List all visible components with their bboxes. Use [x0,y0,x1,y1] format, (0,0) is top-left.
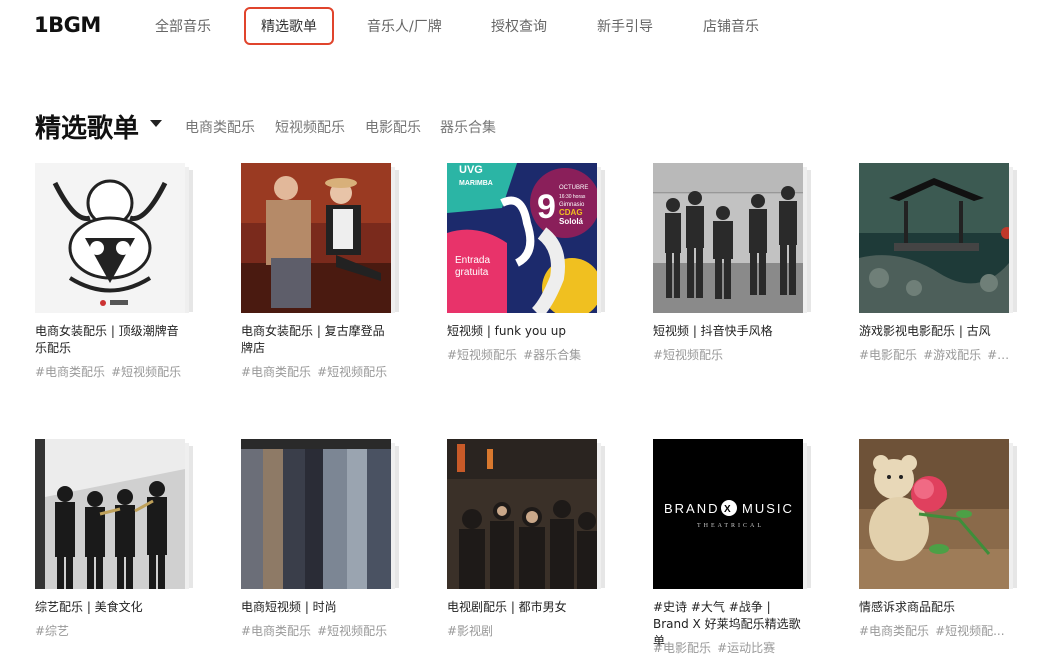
playlist-tags: #电影配乐 #运动比赛 [653,639,818,656]
playlist-cover[interactable] [653,163,803,313]
cover-text: X [724,504,731,515]
nav-artists-labels[interactable]: 音乐人/厂牌 [367,16,442,36]
tag[interactable]: #短视频配乐 [317,624,387,638]
playlist-tags: #电商类配乐 #短视频配乐 [241,363,406,380]
playlist-tags: #电商类配乐 #短视频配... [859,622,1024,639]
cover-text: OCTUBRE [559,185,588,191]
cover-text: MARIMBA [459,180,493,187]
tag[interactable]: #短视频配乐 [447,348,517,362]
page-title: 精选歌单 [35,114,140,144]
subtab-film[interactable]: 电影配乐 [365,117,421,137]
playlist-tags: #短视频配乐 #器乐合集 [447,346,612,363]
nav-store-music[interactable]: 店铺音乐 [703,16,759,36]
subtab-instrumental[interactable]: 器乐合集 [440,117,496,137]
tag[interactable]: #游戏配乐 [923,348,981,362]
tag[interactable]: #影视剧 [447,624,493,638]
cover-text: BRAND [664,501,720,516]
nav-curated-playlists[interactable]: 精选歌单 [244,7,334,45]
cover-text: Entrada [455,255,490,266]
playlist-cover[interactable]: UVG MARIMBA 9 OCTUBRE 16:30 horas Gimnas… [447,163,597,313]
tag[interactable]: #短视频配乐 [111,365,181,379]
tag[interactable]: #短视频配... [935,624,1005,638]
playlist-title[interactable]: 短视频 | funk you up [447,323,597,340]
subtab-ecommerce[interactable]: 电商类配乐 [185,117,255,137]
subtab-short-video[interactable]: 短视频配乐 [275,117,345,137]
playlist-tags: #电影配乐 #游戏配乐 #… [859,346,1024,363]
tag[interactable]: #电影配乐 [859,348,917,362]
tag[interactable]: #短视频配乐 [653,348,723,362]
playlist-cover[interactable] [447,439,597,589]
cover-text: gratuita [455,267,489,278]
playlist-tags: #电商类配乐 #短视频配乐 [35,363,200,380]
tag[interactable]: #运动比赛 [717,641,775,655]
playlist-cover[interactable] [35,163,185,313]
playlist-tags: #电商类配乐 #短视频配乐 [241,622,406,639]
playlist-cover[interactable] [35,439,185,589]
cover-text: 16:30 horas [559,194,586,200]
playlist-title[interactable]: 电视剧配乐 | 都市男女 [447,599,597,616]
playlist-tags: #短视频配乐 [653,346,818,363]
playlist-title[interactable]: 综艺配乐 | 美食文化 [35,599,185,616]
top-nav: 1BGM 全部音乐 精选歌单 音乐人/厂牌 授权查询 新手引导 店铺音乐 [0,0,1046,52]
cover-text: CDAG [559,208,583,217]
playlist-title[interactable]: 电商女装配乐 | 顶级潮牌音乐配乐 [35,323,185,357]
nav-beginner-guide[interactable]: 新手引导 [597,16,653,36]
playlist-title[interactable]: 短视频 | 抖音快手风格 [653,323,803,340]
tag[interactable]: #电影配乐 [653,641,711,655]
playlist-title[interactable]: 电商女装配乐 | 复古摩登品牌店 [241,323,391,357]
playlist-cover[interactable]: BRAND X MUSIC THEATRICAL [653,439,803,589]
nav-all-music[interactable]: 全部音乐 [155,16,211,36]
tag[interactable]: #… [987,348,1009,362]
playlist-title[interactable]: 情感诉求商品配乐 [859,599,1009,616]
logo[interactable]: 1BGM [34,13,101,37]
cover-text: UVG [459,164,483,176]
caret-down-icon[interactable] [150,120,162,127]
tag[interactable]: #器乐合集 [523,348,581,362]
playlist-tags: #综艺 [35,622,200,639]
tag[interactable]: #电商类配乐 [241,624,311,638]
playlist-cover[interactable] [859,439,1009,589]
tag[interactable]: #电商类配乐 [241,365,311,379]
playlist-cover[interactable] [241,163,391,313]
cover-text: THEATRICAL [697,523,764,529]
cover-text: Sololá [559,217,584,226]
cover-text: 9 [537,188,556,226]
tag[interactable]: #短视频配乐 [317,365,387,379]
nav-license-lookup[interactable]: 授权查询 [491,16,547,36]
tag[interactable]: #电商类配乐 [35,365,105,379]
section-header: 精选歌单 电商类配乐 短视频配乐 电影配乐 器乐合集 [0,104,1046,144]
tag[interactable]: #电商类配乐 [859,624,929,638]
tag[interactable]: #综艺 [35,624,69,638]
playlist-cover[interactable] [859,163,1009,313]
playlist-title[interactable]: 电商短视频 | 时尚 [241,599,391,616]
playlist-tags: #影视剧 [447,622,612,639]
playlist-title[interactable]: 游戏影视电影配乐 | 古风 [859,323,1009,340]
playlist-cover[interactable] [241,439,391,589]
cover-text: MUSIC [742,501,794,516]
